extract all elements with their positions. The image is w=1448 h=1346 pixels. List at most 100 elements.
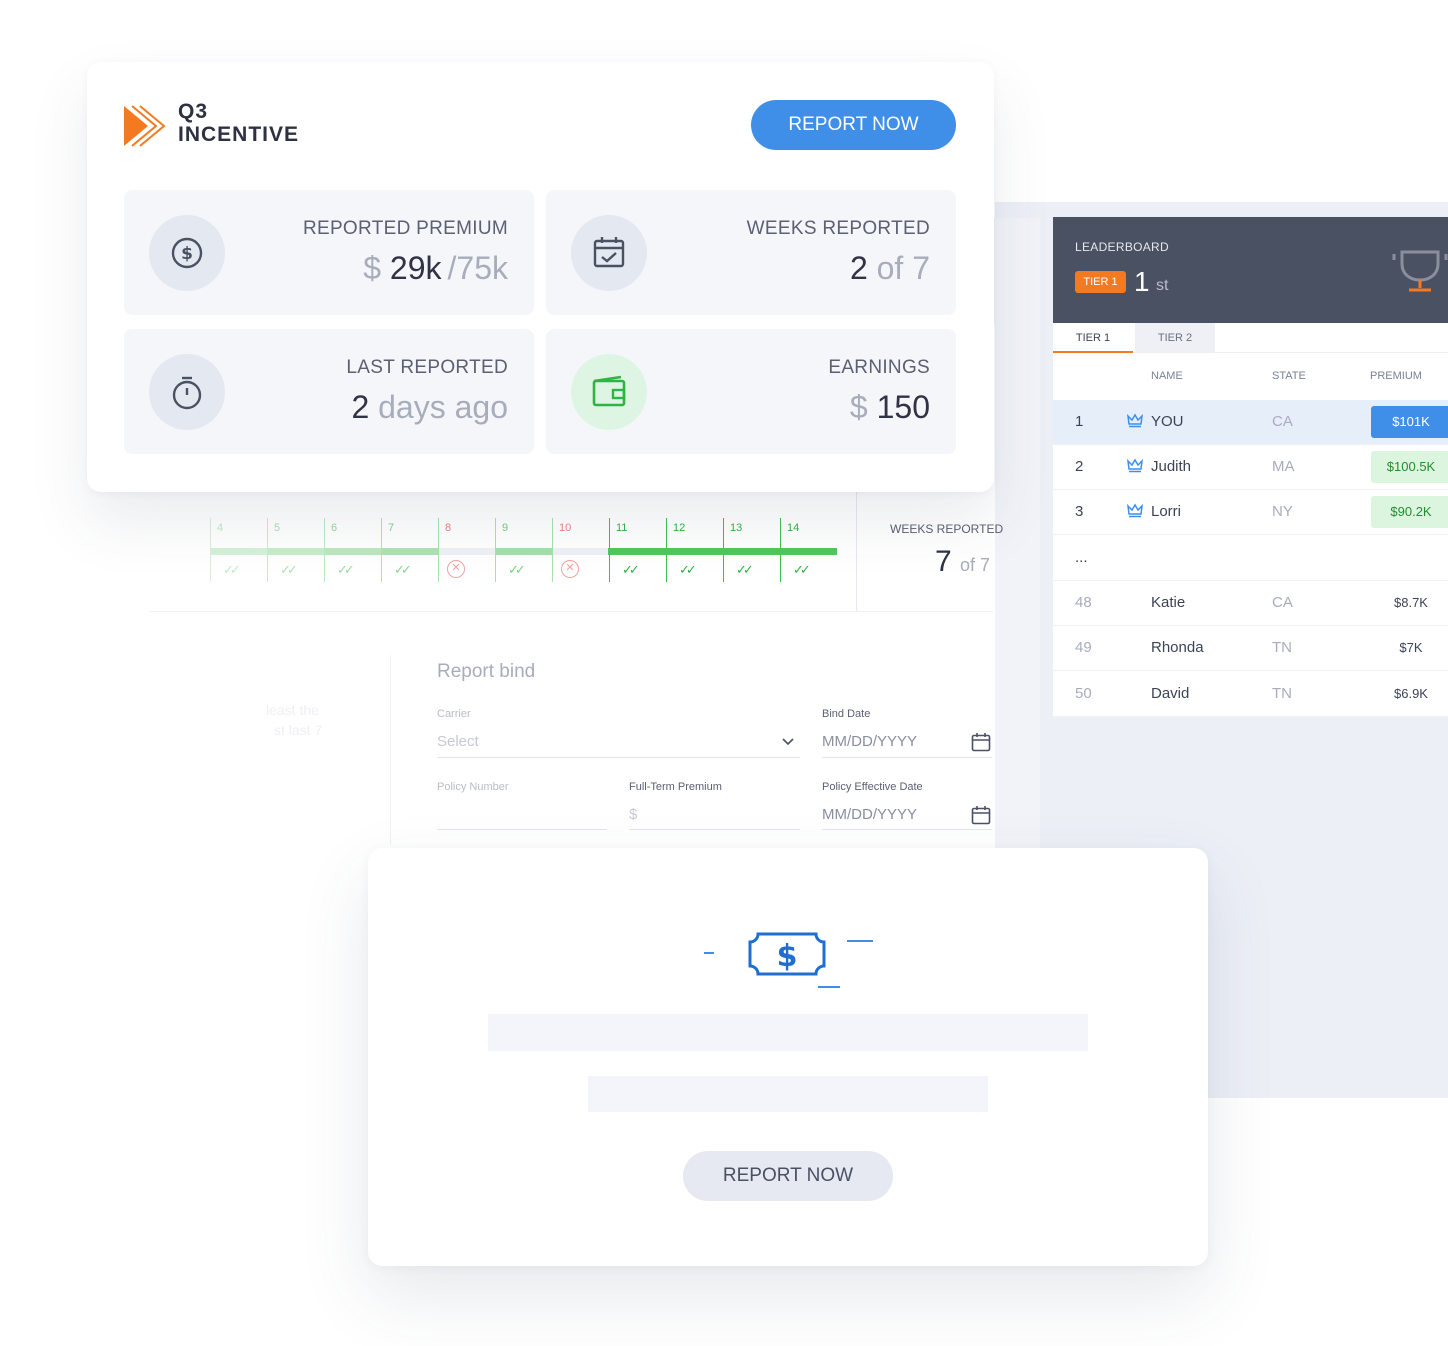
report-now-button-secondary[interactable]: REPORT NOW <box>683 1151 893 1201</box>
calendar-check-icon <box>571 215 647 291</box>
svg-text:$: $ <box>777 939 798 974</box>
row-rank: 2 <box>1075 458 1084 475</box>
row-name: David <box>1151 685 1190 702</box>
week-number: 13 <box>730 522 743 534</box>
leaderboard-row[interactable]: 49 Rhonda TN $7K <box>1053 626 1448 671</box>
stat-suffix: /75k <box>447 250 508 286</box>
bind-date-input[interactable]: MM/DD/YYYY <box>822 733 917 750</box>
row-rank: ... <box>1075 549 1088 566</box>
carrier-select[interactable]: Select <box>437 733 479 750</box>
leaderboard-row[interactable]: 1 YOU CA $101K <box>1053 400 1448 445</box>
stat-tile-earnings: EARNINGS $ 150 <box>546 329 956 454</box>
stat-label: EARNINGS <box>828 357 930 378</box>
row-premium-badge: $101K <box>1371 406 1448 438</box>
week-number: 8 <box>445 522 452 534</box>
week-column: 8 ✕ <box>438 518 495 582</box>
effective-date-input[interactable]: MM/DD/YYYY <box>822 806 917 823</box>
timeline-divider <box>856 490 857 612</box>
leaderboard-row[interactable]: 3 Lorri NY $90.2K <box>1053 490 1448 535</box>
stat-value: 2 of 7 <box>850 250 930 287</box>
row-name: Judith <box>1151 458 1192 475</box>
skeleton-line <box>588 1076 988 1112</box>
brand-logo-icon <box>122 104 170 148</box>
week-number: 11 <box>616 522 628 534</box>
row-state: TN <box>1272 639 1292 656</box>
row-name: Lorri <box>1151 503 1182 520</box>
week-progress-segment <box>553 548 609 555</box>
policy-number-input[interactable] <box>437 829 607 830</box>
week-progress-segment <box>268 548 324 555</box>
stat-number: 2 <box>849 250 868 286</box>
crown-icon <box>1126 412 1144 431</box>
weeks-reported-count: 7 <box>935 545 952 578</box>
double-check-icon: ✓✓ <box>394 562 412 577</box>
double-check-icon: ✓✓ <box>736 562 754 577</box>
current-rank-suffix: st <box>1156 277 1169 294</box>
report-modal-card <box>368 848 1208 1266</box>
stopwatch-icon <box>149 354 225 430</box>
leaderboard-header <box>1053 217 1448 323</box>
row-name: YOU <box>1151 413 1184 430</box>
chevron-down-icon[interactable] <box>780 733 796 749</box>
leaderboard-row[interactable]: 50 David TN $6.9K <box>1053 672 1448 717</box>
week-progress-segment <box>325 548 381 555</box>
effective-date-underline <box>822 829 992 830</box>
policy-number-label: Policy Number <box>437 781 509 793</box>
stat-number: 2 <box>351 389 370 425</box>
column-header-premium: PREMIUM <box>1370 370 1422 382</box>
stat-prefix: $ <box>363 250 382 286</box>
report-now-button[interactable]: REPORT NOW <box>751 100 956 150</box>
bind-date-underline <box>822 757 992 758</box>
week-column: 9 ✓✓ <box>495 518 552 582</box>
row-premium-badge: $6.9K <box>1371 678 1448 710</box>
column-header-name: NAME <box>1151 370 1183 382</box>
brand-title-line-1: Q3 <box>178 100 209 123</box>
form-title: Report bind <box>437 661 536 682</box>
tier-badge: TIER 1 <box>1075 271 1126 293</box>
leaderboard-row[interactable]: ... <box>1053 536 1448 581</box>
row-rank: 50 <box>1075 685 1092 702</box>
premium-input[interactable]: $ <box>629 806 637 823</box>
week-progress-segment <box>439 548 495 555</box>
leaderboard-row[interactable]: 48 Katie CA $8.7K <box>1053 581 1448 626</box>
brand-title: Q3 INCENTIVE <box>178 100 299 146</box>
week-column: 10 ✕ <box>552 518 609 582</box>
row-name: Katie <box>1151 594 1186 611</box>
form-divider <box>390 655 391 845</box>
calendar-icon[interactable] <box>970 804 992 826</box>
row-premium-badge: $8.7K <box>1371 587 1448 619</box>
bind-date-label: Bind Date <box>822 708 871 720</box>
stat-number: 29k <box>389 250 442 286</box>
stat-tile-last-reported: LAST REPORTED 2 days ago <box>124 329 534 454</box>
svg-text:$: $ <box>181 244 193 264</box>
tab-tier-1[interactable]: TIER 1 <box>1053 323 1133 353</box>
double-check-icon: ✓✓ <box>337 562 355 577</box>
week-column: 6 ✓✓ <box>324 518 381 582</box>
premium-label: Full-Term Premium <box>629 781 722 793</box>
stat-prefix: $ <box>849 389 868 425</box>
row-name: Rhonda <box>1151 639 1204 656</box>
tab-tier-2[interactable]: TIER 2 <box>1135 323 1215 353</box>
crown-icon <box>1126 457 1144 476</box>
money-bill-icon: $ <box>700 928 880 992</box>
side-hint-line-2: st last 7 <box>274 722 323 738</box>
week-number: 14 <box>787 522 800 534</box>
side-hint-line-1: least the <box>266 702 319 718</box>
missed-x-icon: ✕ <box>447 560 465 578</box>
week-progress-segment <box>496 548 552 555</box>
row-premium-badge: $90.2K <box>1371 496 1448 528</box>
week-number: 9 <box>502 522 509 534</box>
leaderboard-title: LEADERBOARD <box>1075 240 1169 254</box>
weeks-reported-total: of 7 <box>960 555 991 575</box>
double-check-icon: ✓✓ <box>223 562 241 577</box>
leaderboard-row[interactable]: 2 Judith MA $100.5K <box>1053 445 1448 490</box>
row-premium-badge: $100.5K <box>1371 451 1448 483</box>
row-state: CA <box>1272 594 1293 611</box>
week-column: 7 ✓✓ <box>381 518 438 582</box>
week-number: 12 <box>673 522 686 534</box>
row-state: MA <box>1272 458 1295 475</box>
weeks-reported-summary-value: 7 of 7 <box>935 545 990 579</box>
week-number: 7 <box>388 522 395 534</box>
row-rank: 1 <box>1075 413 1084 430</box>
calendar-icon[interactable] <box>970 731 992 753</box>
